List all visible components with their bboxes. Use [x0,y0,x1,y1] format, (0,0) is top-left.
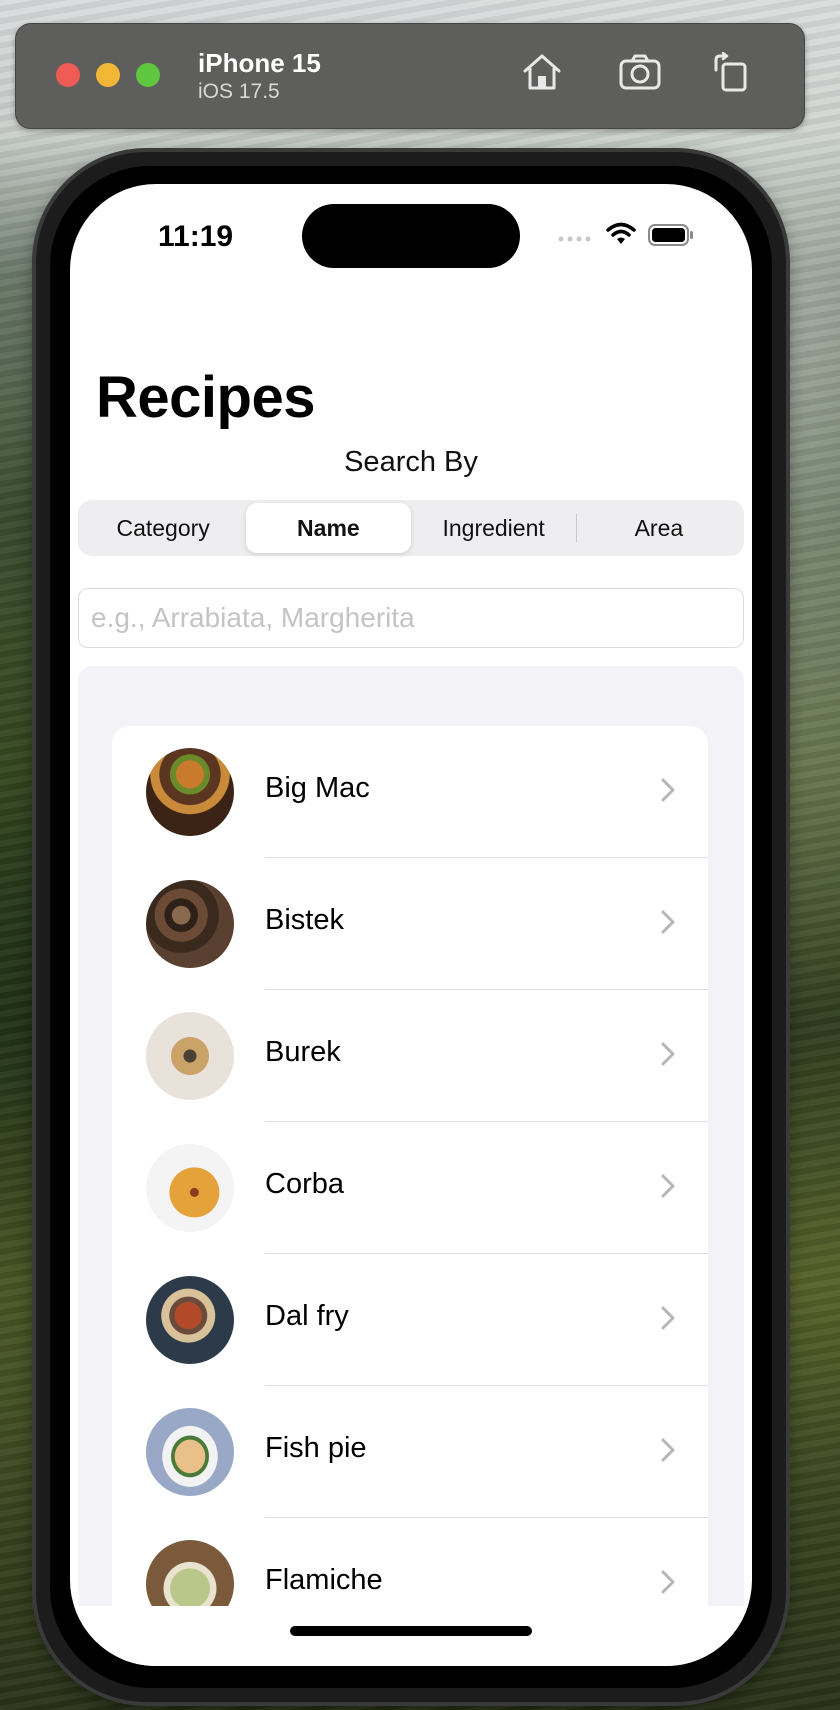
device-name: iPhone 15 [198,48,321,78]
recipe-thumbnail [146,1276,234,1364]
list-item[interactable]: Burek [112,990,708,1122]
recipe-name: Bistek [265,904,344,936]
recipe-thumbnail [146,1408,234,1496]
rotate-icon[interactable] [710,52,754,92]
list-item[interactable]: Big Mac [112,726,708,858]
segment-ingredient[interactable]: Ingredient [412,503,576,553]
chevron-right-icon [661,1306,675,1330]
recipe-name: Burek [265,1036,341,1068]
status-time: 11:19 [158,220,234,253]
simulator-toolbar [15,23,805,129]
chevron-right-icon [661,778,675,802]
zoom-window-button[interactable] [136,63,160,87]
recipe-thumbnail [146,748,234,836]
segment-name[interactable]: Name [246,503,411,553]
recipe-search-input[interactable] [78,588,744,648]
recipe-name: Dal fry [265,1300,349,1332]
home-indicator[interactable] [290,1626,532,1636]
list-item[interactable]: Corba [112,1122,708,1254]
recipe-name: Corba [265,1168,344,1200]
recipe-thumbnail [146,880,234,968]
device-os-version: iOS 17.5 [198,80,280,103]
search-by-label: Search By [344,446,478,478]
recipe-name: Big Mac [265,772,370,804]
chevron-right-icon [661,1570,675,1594]
search-mode-segmented-control: Category Name Ingredient Area [78,500,744,556]
recipe-list: Big Mac Bistek Burek Corba Dal fry Fish … [112,726,708,1626]
recipe-thumbnail [146,1144,234,1232]
recipe-name: Fish pie [265,1432,367,1464]
chevron-right-icon [661,1438,675,1462]
segment-area[interactable]: Area [577,503,741,553]
list-item[interactable]: Fish pie [112,1386,708,1518]
home-icon[interactable] [520,52,564,92]
screenshot-icon[interactable] [618,52,662,92]
chevron-right-icon [661,1042,675,1066]
page-title: Recipes [96,365,315,430]
bottom-safe-area [70,1606,752,1666]
segment-category[interactable]: Category [81,503,245,553]
dynamic-island [302,204,520,268]
minimize-window-button[interactable] [96,63,120,87]
battery-icon [648,224,693,246]
wifi-icon [606,222,636,244]
list-item[interactable]: Dal fry [112,1254,708,1386]
cellular-signal-icon [558,236,591,242]
chevron-right-icon [661,910,675,934]
phone-screen: 11:19 Recipes Search By Category Name In… [70,184,752,1666]
list-item[interactable]: Bistek [112,858,708,990]
close-window-button[interactable] [56,63,80,87]
chevron-right-icon [661,1174,675,1198]
recipe-thumbnail [146,1012,234,1100]
recipe-name: Flamiche [265,1564,383,1596]
